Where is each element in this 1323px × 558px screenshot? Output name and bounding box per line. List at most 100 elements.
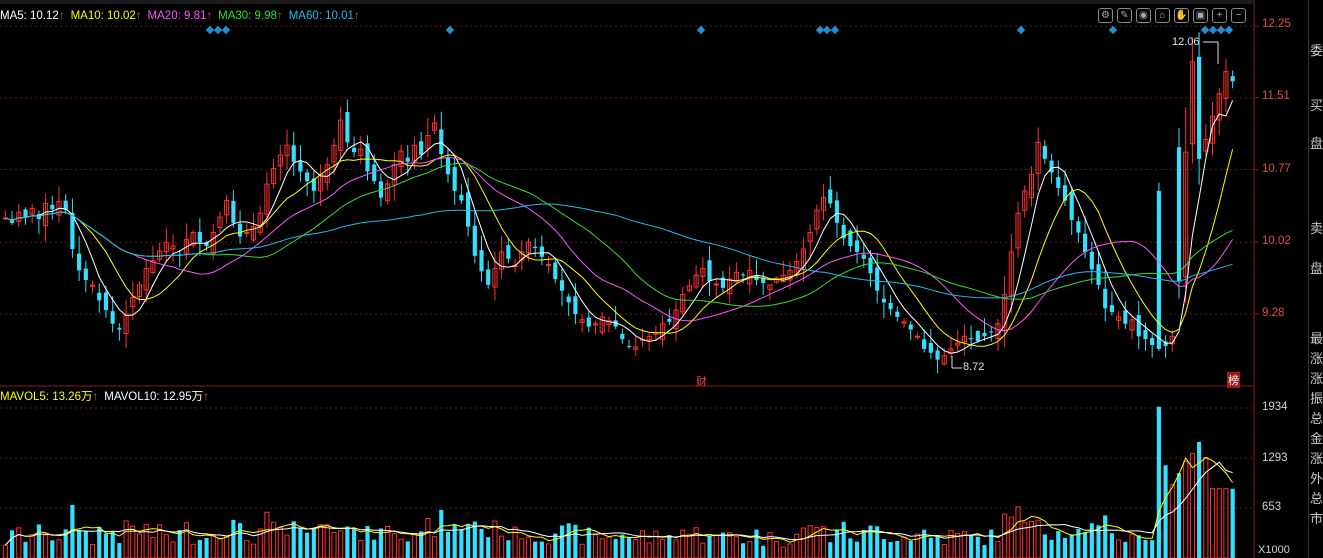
candle-down: [553, 262, 558, 280]
chart-toolbar: ⚙ ✎ ◉ ⌂ ✋ ▣ + −: [1098, 8, 1246, 23]
home-icon[interactable]: ⌂: [1155, 8, 1170, 23]
y-tick-label: 10.77: [1262, 163, 1291, 175]
volume-bar-up: [1129, 533, 1135, 558]
side-panel-label: 盘: [1310, 262, 1323, 277]
volume-bar-down: [305, 532, 310, 558]
candle-down: [888, 302, 893, 310]
signal-diamond-icon: [213, 25, 223, 35]
volume-bar-up: [411, 533, 418, 558]
volume-bar-down: [506, 540, 511, 558]
candle-down: [50, 204, 55, 210]
candle-down: [1136, 315, 1141, 337]
candle-down: [969, 338, 974, 340]
candle-down: [573, 296, 578, 314]
volume-bar-up: [1209, 488, 1216, 558]
settings-icon[interactable]: ⚙: [1098, 8, 1113, 23]
volume-bar-up: [271, 521, 277, 558]
ma-line-ma60: [5, 203, 1233, 299]
candle-down: [372, 164, 377, 182]
candle-down: [586, 317, 591, 327]
volume-bar-down: [707, 536, 712, 558]
volume-bar-up: [150, 537, 156, 558]
volume-bar-down: [1123, 541, 1128, 558]
volume-bar-up: [995, 541, 1001, 558]
volume-bar-down: [1230, 488, 1235, 558]
high-price-marker: 12.06: [1172, 36, 1200, 48]
volume-bar-down: [888, 542, 893, 558]
hand-icon[interactable]: ✋: [1174, 8, 1189, 23]
volume-bar-up: [284, 534, 290, 558]
candle-down: [908, 324, 913, 330]
volume-bar-down: [935, 535, 940, 558]
lock-icon[interactable]: ▣: [1193, 8, 1208, 23]
volume-bar-down: [1163, 465, 1168, 558]
volume-bar-up: [136, 533, 143, 558]
candle-up: [713, 283, 719, 286]
candle-down: [506, 245, 511, 259]
eye-icon[interactable]: ◉: [1136, 8, 1151, 23]
signal-diamond-icon: [1200, 25, 1210, 35]
volume-bar-up: [1015, 506, 1021, 558]
candle-down: [1150, 338, 1155, 346]
volume-bar-down: [559, 525, 565, 558]
candle-down: [922, 339, 927, 349]
volume-bar-down: [345, 526, 350, 558]
candle-down: [352, 147, 357, 153]
volume-bar-down: [1143, 539, 1148, 558]
candle-down: [1197, 56, 1202, 159]
signal-diamond-icon: [1216, 25, 1226, 35]
candle-down: [559, 280, 565, 291]
volume-bar-up: [264, 511, 270, 558]
stock-chart[interactable]: [0, 0, 1323, 558]
price-legend: MA5: 10.12↑ MA10: 10.02↑ MA20: 9.81↑ MA30: …: [0, 8, 366, 24]
volume-bar-up: [1189, 453, 1195, 558]
pen-icon[interactable]: ✎: [1117, 8, 1132, 23]
volume-bar-up: [639, 530, 646, 558]
volume-bar-down: [352, 529, 357, 558]
volume-bar-down: [1197, 441, 1202, 558]
volume-bar-up: [579, 543, 585, 558]
volume-bar-up: [250, 543, 257, 558]
volume-bar-up: [1223, 488, 1229, 558]
volume-bar-up: [1002, 513, 1008, 558]
volume-bar-up: [733, 536, 739, 558]
volume-bar-down: [291, 521, 296, 558]
volume-bar-down: [1056, 531, 1061, 558]
financial-report-badge[interactable]: 财: [696, 373, 707, 389]
zoom-in-icon[interactable]: +: [1212, 8, 1227, 23]
volume-bar-up: [519, 538, 525, 558]
volume-bar-up: [525, 536, 532, 558]
candle-down: [231, 200, 236, 223]
candle-down: [740, 274, 746, 276]
volume-bar-up: [800, 527, 807, 558]
date-strip: [0, 0, 1254, 4]
volume-bar-up: [398, 538, 404, 558]
zoom-out-icon[interactable]: −: [1231, 8, 1246, 23]
ranking-badge[interactable]: 榜: [1227, 372, 1240, 388]
candle-down: [97, 292, 102, 301]
volume-bar-down: [204, 538, 209, 558]
volume-bar-down: [566, 523, 571, 558]
volume-bar-down: [97, 526, 102, 558]
candle-down: [466, 192, 471, 227]
volume-bar-down: [975, 536, 980, 558]
volume-bar-down: [1062, 537, 1068, 558]
candle-down: [419, 141, 424, 155]
side-panel-label: 市: [1310, 512, 1323, 527]
volume-bar-down: [372, 539, 377, 558]
signal-diamond-icon: [1108, 25, 1118, 35]
ma-legend-item-2: MA20: 9.81↑: [147, 10, 213, 22]
volume-bar-down: [895, 541, 900, 558]
volume-bar-up: [633, 539, 639, 558]
volume-bar-up: [190, 543, 196, 558]
candle-down: [238, 223, 243, 237]
mavol-legend-item-0: MAVOL5: 13.26万↑: [0, 391, 99, 403]
volume-bar-up: [391, 533, 397, 558]
volume-bar-down: [881, 539, 886, 558]
volume-bar-down: [848, 538, 853, 558]
candle-up: [244, 232, 250, 235]
volume-bar-up: [599, 538, 605, 558]
volume-bar-down: [1176, 473, 1182, 558]
candle-down: [117, 327, 122, 330]
candle-down: [472, 225, 477, 256]
